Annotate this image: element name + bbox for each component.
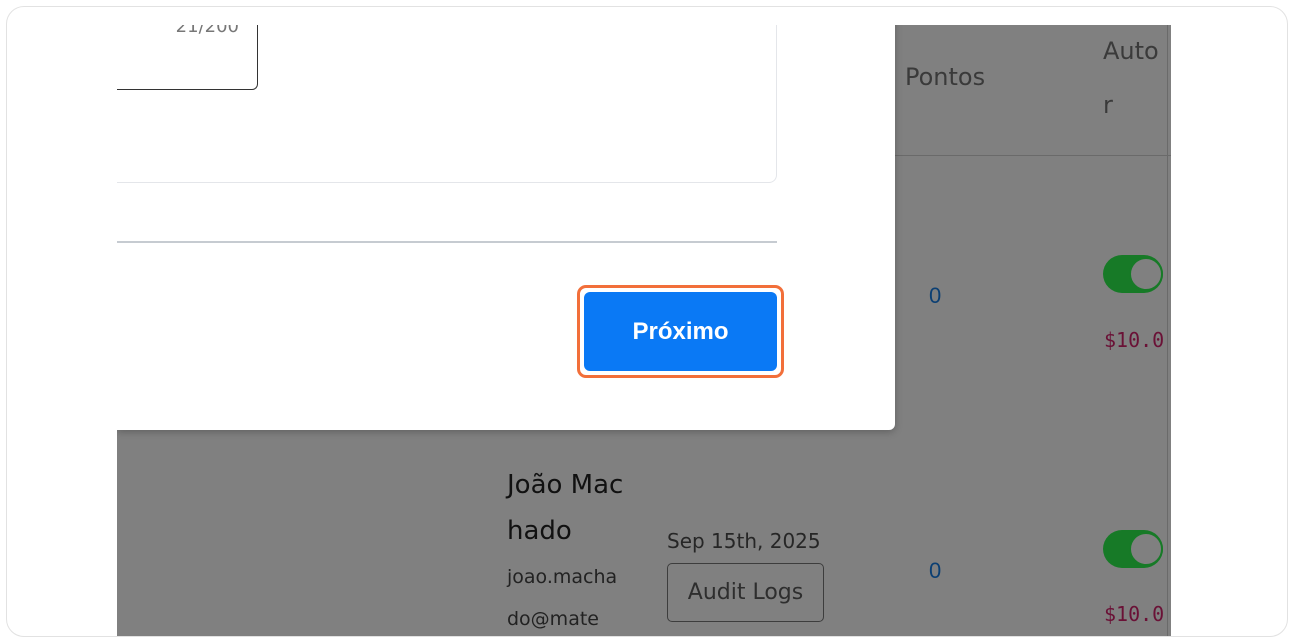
column-header-auto-wrap: r	[1103, 91, 1113, 119]
column-header-points: Pontos	[905, 63, 986, 91]
toggle-knob	[1129, 257, 1163, 291]
toggle-knob	[1129, 532, 1163, 566]
modal-divider	[117, 241, 777, 243]
audit-logs-button[interactable]: Audit Logs	[667, 563, 824, 622]
price-value: $10.0	[1104, 328, 1165, 352]
points-value: 0	[929, 558, 942, 583]
auto-toggle[interactable]	[1103, 530, 1163, 568]
user-email: joao.machado@mate	[507, 566, 618, 630]
char-counter: 21/200	[175, 25, 239, 37]
modal-dialog: 21/200 Próximo	[117, 25, 895, 430]
app-viewport: Pontos Auto r 0 $10.0 João Machado joao.…	[117, 25, 1171, 636]
column-header-auto: Auto	[1103, 37, 1159, 65]
user-name: João Machado	[507, 470, 624, 546]
auto-toggle[interactable]	[1103, 255, 1163, 293]
modal-form-card: 21/200	[117, 25, 777, 183]
screenshot-frame: Pontos Auto r 0 $10.0 João Machado joao.…	[6, 6, 1288, 637]
column-divider	[1167, 25, 1168, 636]
price-value: $10.0	[1104, 602, 1165, 626]
description-textarea[interactable]: 21/200	[117, 25, 258, 90]
date-text: Sep 15th, 2025	[667, 529, 821, 553]
next-button[interactable]: Próximo	[584, 292, 777, 371]
points-value: 0	[929, 283, 942, 308]
header-divider	[877, 155, 1171, 156]
